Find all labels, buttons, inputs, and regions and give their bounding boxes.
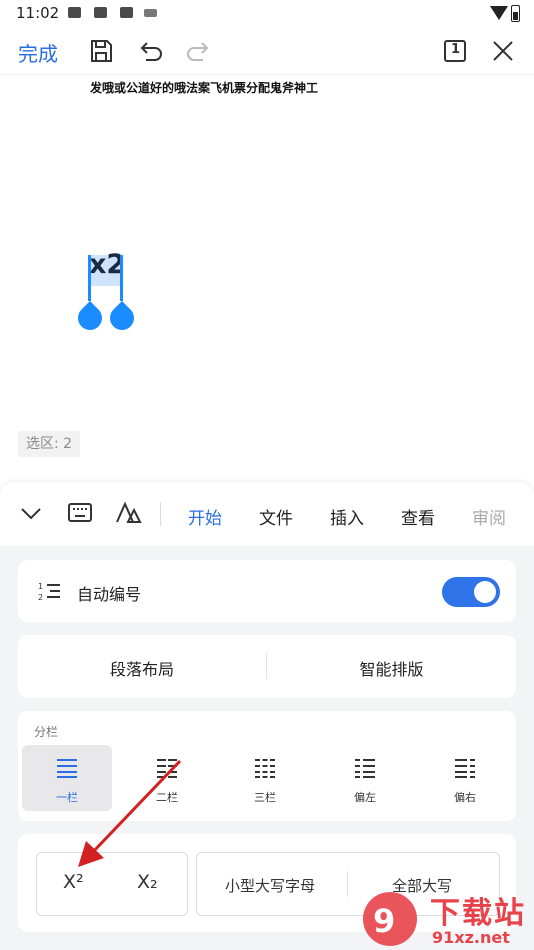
selection-count-badge: 选区: 2 <box>18 431 81 457</box>
selection-start-handle[interactable] <box>73 301 107 335</box>
card-edge <box>18 532 516 546</box>
svg-text:9: 9 <box>373 902 395 940</box>
smart-typeset-button[interactable]: 智能排版 <box>267 635 516 698</box>
numbered-list-icon: 12 <box>38 580 62 602</box>
undo-icon[interactable] <box>135 36 165 66</box>
document-canvas[interactable]: 发哦或公道好的哦法案飞机票分配鬼斧神工 x2 选区: 2 <box>0 74 534 457</box>
annotation-arrow <box>78 759 182 867</box>
save-icon[interactable] <box>86 36 116 66</box>
font-notification-icon <box>120 7 133 18</box>
paragraph-layout-button[interactable]: 段落布局 <box>18 635 266 698</box>
tab-view[interactable]: 查看 <box>401 504 435 529</box>
auto-numbering-label: 自动编号 <box>77 585 142 604</box>
site-watermark: 9 下载站 91xz.net <box>360 888 534 950</box>
status-bar: 11:02 <box>0 0 534 28</box>
text-style-icon[interactable] <box>114 500 142 526</box>
selection-end-line <box>120 255 123 301</box>
tab-insert[interactable]: 插入 <box>330 504 364 529</box>
done-button[interactable]: 完成 <box>18 38 58 67</box>
subscript-button[interactable]: X₂ <box>137 871 158 893</box>
toggle-knob <box>474 581 496 603</box>
watermark-url: 91xz.net <box>432 928 510 947</box>
button-divider <box>347 871 348 897</box>
wifi-icon <box>490 6 508 20</box>
svg-text:1: 1 <box>38 582 43 591</box>
column-option-three[interactable]: 三栏 <box>220 745 310 811</box>
watermark-logo: 9 <box>363 892 417 946</box>
close-icon[interactable] <box>488 36 518 66</box>
column-option-label: 偏右 <box>454 791 476 804</box>
column-option-label: 三栏 <box>254 791 276 804</box>
keyboard-notification-icon <box>144 9 157 17</box>
selection-end-handle[interactable] <box>105 301 139 335</box>
tab-home[interactable]: 开始 <box>188 504 222 529</box>
svg-text:2: 2 <box>38 593 43 602</box>
keyboard-icon[interactable] <box>66 500 94 526</box>
auto-numbering-row[interactable]: 12 自动编号 <box>18 560 516 622</box>
tab-file[interactable]: 文件 <box>259 504 293 529</box>
status-time: 11:02 <box>16 4 60 22</box>
mail-notification-icon <box>94 7 107 18</box>
document-text-line[interactable]: 发哦或公道好的哦法案飞机票分配鬼斧神工 <box>90 79 318 96</box>
selection-start-line <box>88 255 91 301</box>
collapse-panel-icon[interactable] <box>18 500 44 526</box>
column-option-label: 偏左 <box>354 791 376 804</box>
paragraph-layout-label: 段落布局 <box>109 660 174 679</box>
auto-numbering-toggle[interactable] <box>442 577 500 607</box>
formatting-panel: 开始 文件 插入 查看 审阅 12 自动编号 段落布局 智能排版 分栏 一栏 二… <box>0 482 534 950</box>
tab-divider <box>160 502 161 526</box>
columns-title: 分栏 <box>34 725 59 739</box>
superscript-button[interactable]: X² <box>63 871 84 893</box>
smart-typeset-label: 智能排版 <box>359 660 424 679</box>
tab-review[interactable]: 审阅 <box>472 504 506 529</box>
redo-icon[interactable] <box>184 36 214 66</box>
left-column-icon <box>355 759 375 778</box>
watermark-title: 下载站 <box>430 896 526 931</box>
layout-buttons-card: 段落布局 智能排版 <box>18 635 516 698</box>
column-option-left[interactable]: 偏左 <box>320 745 410 811</box>
column-option-right[interactable]: 偏右 <box>420 745 510 811</box>
page-indicator: 1 <box>451 42 461 57</box>
three-column-icon <box>255 759 275 778</box>
page-count-icon[interactable]: 1 <box>440 36 470 66</box>
battery-icon <box>511 5 520 22</box>
small-caps-button[interactable]: 小型大写字母 <box>225 875 315 896</box>
mail-notification-icon <box>68 7 81 18</box>
editor-toolbar: 完成 1 <box>0 28 534 74</box>
right-column-icon <box>455 759 475 778</box>
